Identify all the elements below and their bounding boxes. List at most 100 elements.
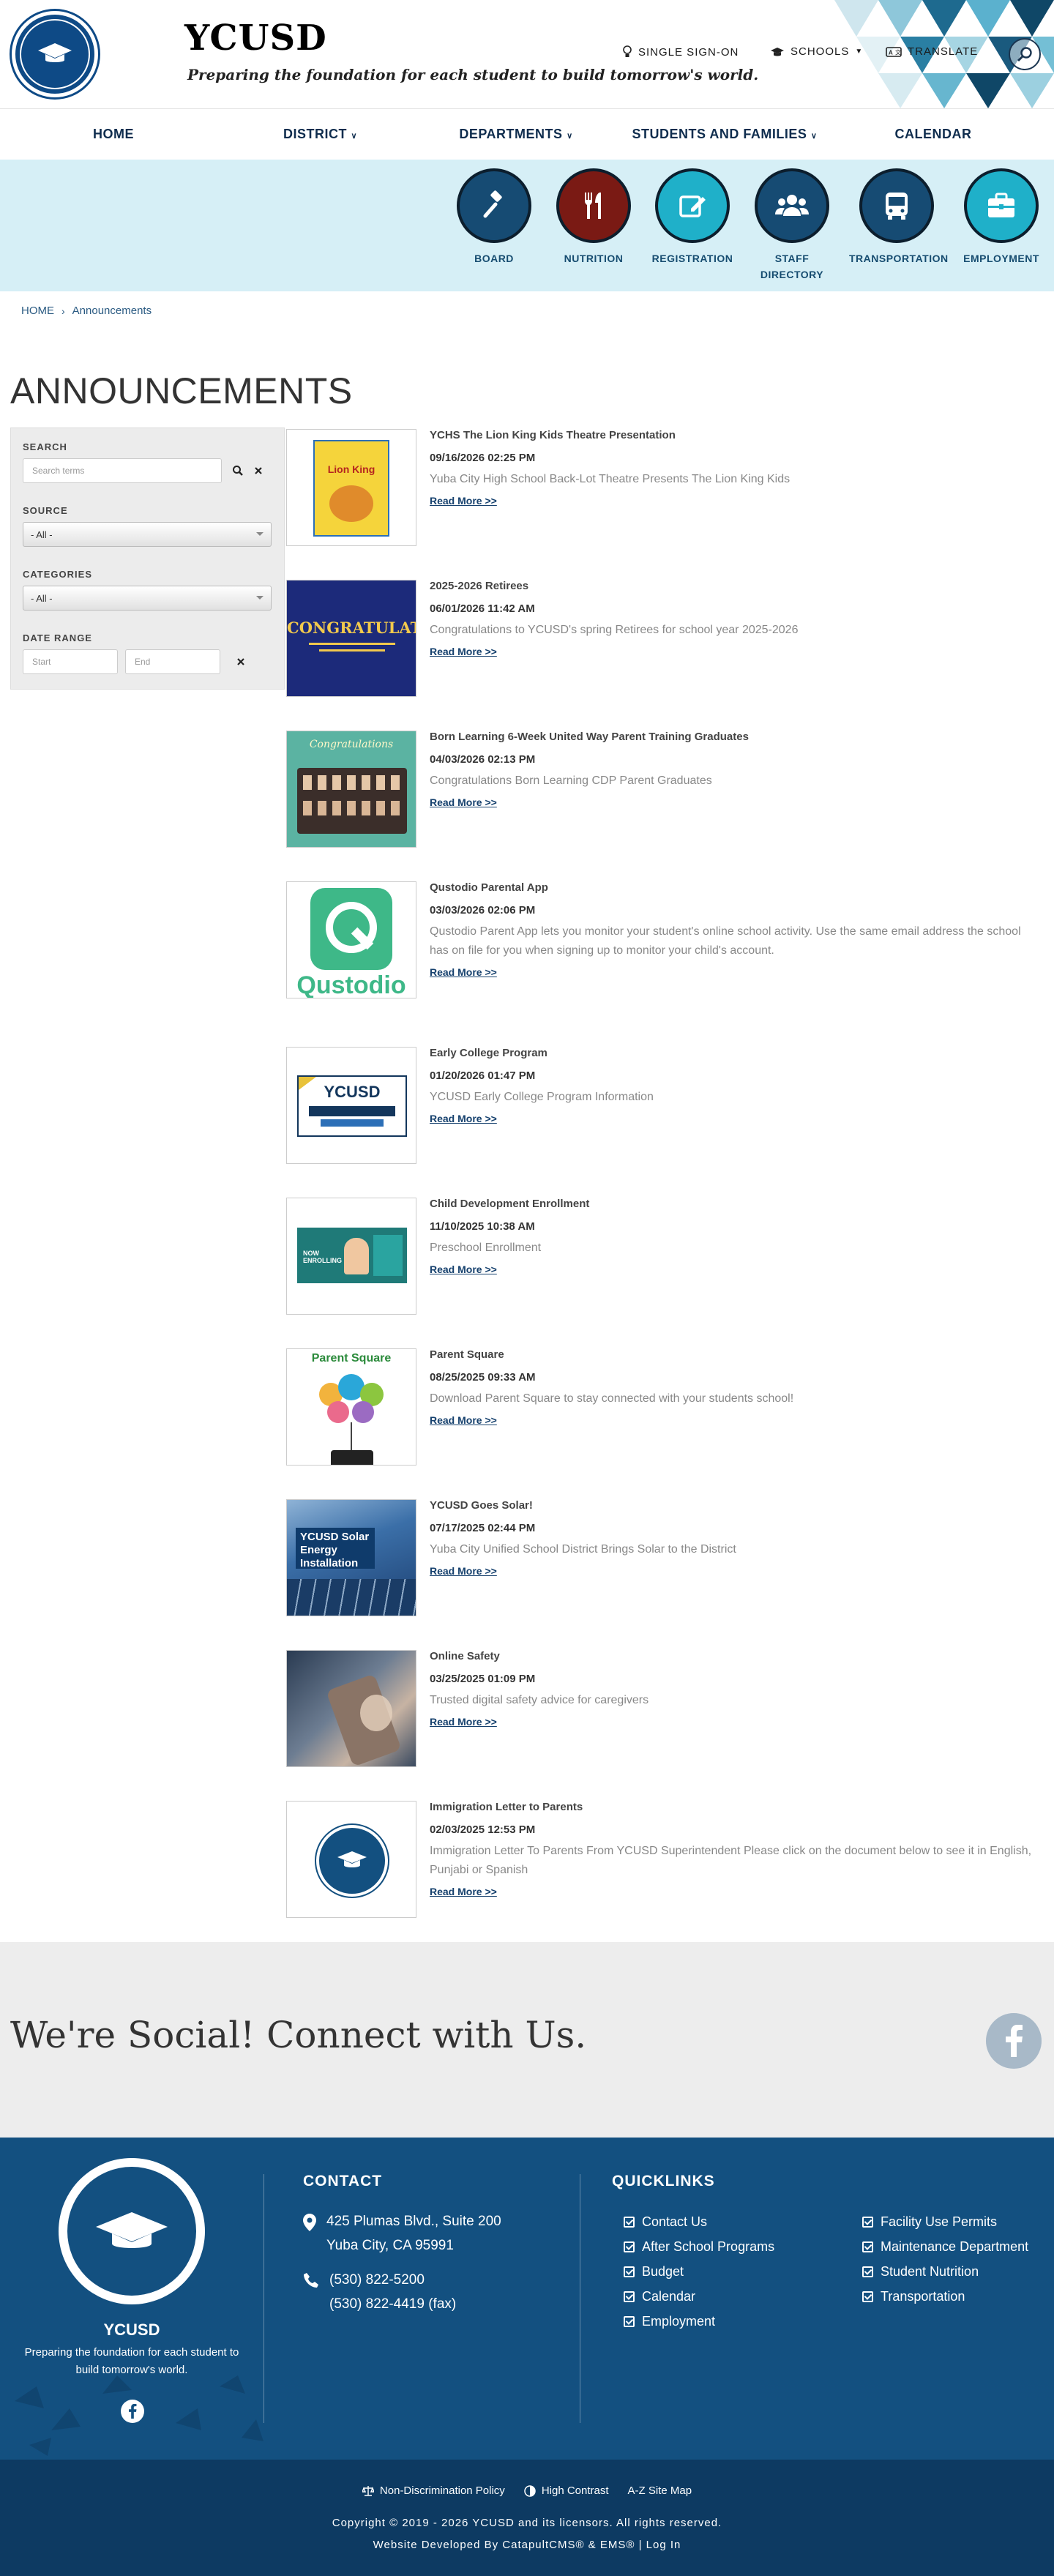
announcement-thumbnail[interactable]: Congratulations [286, 731, 416, 848]
graduation-cap-icon [38, 43, 72, 62]
announcement-title[interactable]: Born Learning 6-Week United Way Parent T… [430, 731, 1040, 743]
read-more-link[interactable]: Read More >> [430, 966, 497, 978]
announcement-item: Immigration Letter to Parents 02/03/2025… [286, 1801, 1040, 1952]
announcement-thumbnail[interactable] [286, 1650, 416, 1767]
social-heading: We're Social! Connect with Us. [10, 2014, 587, 2056]
nav-calendar-label: CALENDAR [894, 127, 972, 141]
facebook-icon[interactable] [986, 2013, 1042, 2069]
graduation-cap-icon [96, 2212, 168, 2248]
quicklink-label: After School Programs [642, 2239, 775, 2254]
read-more-link[interactable]: Read More >> [430, 1886, 497, 1897]
breadcrumb-current[interactable]: Announcements [72, 305, 152, 317]
announcement-thumbnail[interactable]: Lion King [286, 429, 416, 546]
read-more-link[interactable]: Read More >> [430, 1263, 497, 1275]
read-more-link[interactable]: Read More >> [430, 1565, 497, 1577]
quicklink-item[interactable]: Maintenance Department [862, 2234, 1028, 2259]
quicklink-item[interactable]: Employment [624, 2309, 774, 2334]
quicklink-item[interactable]: Transportation [862, 2284, 1028, 2309]
quicklink-item[interactable]: Calendar [624, 2284, 774, 2309]
quicklink-item[interactable]: Contact Us [624, 2209, 774, 2234]
schools-dropdown[interactable]: SCHOOLS ▼ [770, 45, 863, 58]
announcement-title[interactable]: Immigration Letter to Parents [430, 1801, 1040, 1813]
search-input[interactable]: Search terms [23, 458, 222, 483]
quicklink-label: Budget [642, 2264, 684, 2279]
announcement-title[interactable]: YCUSD Goes Solar! [430, 1499, 1040, 1512]
announcement-thumbnail[interactable]: Parent Square [286, 1348, 416, 1466]
announcement-title[interactable]: Early College Program [430, 1047, 1040, 1059]
map-marker-icon [303, 2214, 316, 2231]
quicklink-nutrition[interactable]: NUTRITION [546, 168, 641, 266]
read-more-link[interactable]: Read More >> [430, 796, 497, 808]
announcement-date: 09/16/2026 02:25 PM [430, 452, 536, 464]
district-logo[interactable] [12, 11, 98, 97]
translate-button[interactable]: A文 TRANSLATE [886, 45, 978, 58]
checkbox-icon [862, 2291, 873, 2302]
announcement-title[interactable]: Online Safety [430, 1650, 1040, 1662]
site-title[interactable]: YCUSD [184, 18, 327, 59]
clear-search-icon[interactable] [254, 466, 263, 475]
quicklink-item[interactable]: Facility Use Permits [862, 2209, 1028, 2234]
quicklink-item[interactable]: After School Programs [624, 2234, 774, 2259]
announcement-title[interactable]: Parent Square [430, 1348, 1040, 1361]
nav-home[interactable]: HOME [0, 127, 227, 142]
facebook-icon[interactable] [121, 2400, 144, 2423]
quicklink-board[interactable]: BOARD [446, 168, 542, 266]
end-date-input[interactable]: End [125, 649, 220, 674]
gavel-icon [457, 168, 531, 243]
checkbox-icon [624, 2216, 635, 2228]
quicklink-registration[interactable]: REGISTRATION [645, 168, 740, 266]
quicklink-label: Employment [642, 2314, 716, 2329]
announcement-title[interactable]: YCHS The Lion King Kids Theatre Presenta… [430, 429, 1040, 441]
quicklink-item[interactable]: Budget [624, 2259, 774, 2284]
search-icon[interactable] [232, 465, 244, 477]
breadcrumb-home[interactable]: HOME [21, 305, 54, 317]
read-more-link[interactable]: Read More >> [430, 646, 497, 657]
site-search-button[interactable] [1009, 38, 1041, 70]
nav-district-label: DISTRICT [283, 127, 347, 141]
quicklinks-column-2: Facility Use Permits Maintenance Departm… [862, 2209, 1028, 2309]
read-more-link[interactable]: Read More >> [430, 1113, 497, 1124]
quicklink-transportation[interactable]: TRANSPORTATION [849, 168, 948, 266]
read-more-link[interactable]: Read More >> [430, 495, 497, 507]
quicklink-staff-directory[interactable]: STAFF DIRECTORY [744, 168, 840, 283]
address-line-1[interactable]: 425 Plumas Blvd., Suite 200 [326, 2209, 501, 2233]
clear-dates-icon[interactable] [236, 657, 245, 666]
nav-calendar[interactable]: CALENDAR [831, 127, 1036, 142]
source-select[interactable]: - All - [23, 522, 272, 547]
nav-district[interactable]: DISTRICT ∨ [227, 127, 414, 142]
nondiscrimination-link[interactable]: Non-Discrimination Policy [362, 2484, 505, 2497]
nav-students-families[interactable]: STUDENTS AND FAMILIES ∨ [618, 127, 831, 142]
read-more-link[interactable]: Read More >> [430, 1716, 497, 1728]
footer-phone: (530) 822-5200 (530) 822-4419 (fax) [303, 2268, 456, 2316]
start-date-input[interactable]: Start [23, 649, 118, 674]
announcement-thumbnail[interactable]: YCUSD [286, 1047, 416, 1164]
announcement-title[interactable]: Qustodio Parental App [430, 881, 1040, 894]
announcement-thumbnail[interactable]: NOW ENROLLING [286, 1198, 416, 1315]
announcement-thumbnail[interactable]: Qustodio [286, 881, 416, 998]
announcement-item: Parent Square Parent Square 08/25/2025 0… [286, 1348, 1040, 1499]
announcement-thumbnail[interactable] [286, 1801, 416, 1918]
checkbox-icon [862, 2216, 873, 2228]
address-line-2[interactable]: Yuba City, CA 95991 [326, 2233, 501, 2258]
announcement-description: Yuba City Unified School District Brings… [430, 1543, 736, 1556]
categories-select[interactable]: - All - [23, 586, 272, 611]
breadcrumb: HOME › Announcements [0, 291, 1054, 330]
announcement-title[interactable]: Child Development Enrollment [430, 1198, 1040, 1210]
read-more-link[interactable]: Read More >> [430, 1414, 497, 1426]
quicklink-employment[interactable]: EMPLOYMENT [954, 168, 1049, 266]
quicklink-item[interactable]: Student Nutrition [862, 2259, 1028, 2284]
announcement-date: 04/03/2026 02:13 PM [430, 753, 536, 766]
site-map-link[interactable]: A-Z Site Map [628, 2484, 692, 2497]
announcement-title[interactable]: 2025-2026 Retirees [430, 580, 1040, 592]
announcement-thumbnail[interactable]: YCUSD Solar Energy Installation [286, 1499, 416, 1616]
phone-number[interactable]: (530) 822-5200 [329, 2268, 456, 2292]
announcement-thumbnail[interactable]: CONGRATULATIONS [286, 580, 416, 697]
high-contrast-link[interactable]: High Contrast [524, 2484, 609, 2497]
schools-label: SCHOOLS [790, 45, 850, 58]
announcement-description: Download Parent Square to stay connected… [430, 1392, 794, 1405]
footer-logo[interactable] [59, 2158, 205, 2304]
announcement-description: Congratulations Born Learning CDP Parent… [430, 774, 712, 787]
single-sign-on-link[interactable]: SINGLE SIGN-ON [622, 45, 739, 59]
nav-departments[interactable]: DEPARTMENTS ∨ [414, 127, 618, 142]
quicklink-label: Student Nutrition [881, 2264, 979, 2279]
